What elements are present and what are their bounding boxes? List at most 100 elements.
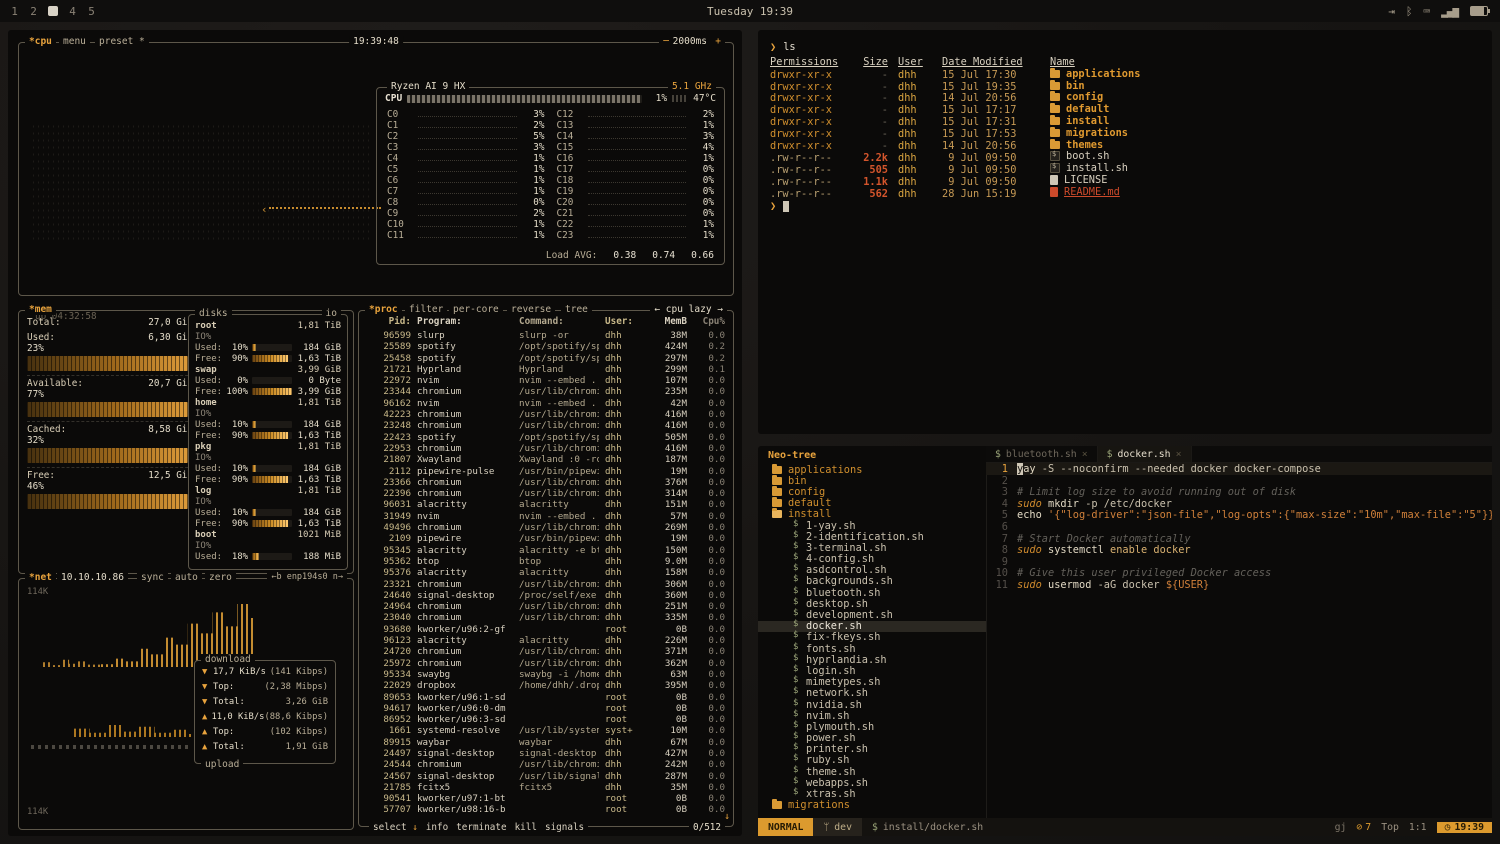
- tab-mem[interactable]: *mem: [25, 304, 56, 315]
- file-name[interactable]: bin: [1050, 80, 1480, 92]
- process-row[interactable]: 42223 chromium /usr/lib/chromium . dhh 4…: [367, 409, 725, 420]
- file-name[interactable]: config: [1050, 91, 1480, 103]
- close-icon[interactable]: ×: [1082, 449, 1088, 460]
- signals-button[interactable]: signals: [545, 822, 584, 833]
- process-row[interactable]: 22423 spotify /opt/spotify/spoti dhh 505…: [367, 432, 725, 443]
- process-row[interactable]: 25458 spotify /opt/spotify/spoti dhh 297…: [367, 353, 725, 364]
- tree-button[interactable]: tree: [561, 304, 592, 315]
- terminate-button[interactable]: terminate: [456, 822, 506, 833]
- process-row[interactable]: 94617 kworker/u96:0-dm root 0B 0.0: [367, 703, 725, 714]
- header-memory[interactable]: MemB: [649, 316, 687, 327]
- tree-item[interactable]: xtras.sh: [758, 788, 986, 799]
- process-row[interactable]: 24964 chromium /usr/lib/chromium/ dhh 25…: [367, 601, 725, 612]
- process-row[interactable]: 22953 chromium /usr/lib/chromium/ dhh 41…: [367, 443, 725, 454]
- header-cpu[interactable]: Cpu%: [693, 316, 725, 327]
- process-row[interactable]: 21721 Hyprland Hyprland dhh 299M 0.1: [367, 364, 725, 375]
- editor-buffer[interactable]: 1 yay -S --noconfirm --needed docker doc…: [986, 463, 1492, 818]
- process-row[interactable]: 89653 kworker/u96:1-sd root 0B 0.0: [367, 692, 725, 703]
- process-row[interactable]: 2112 pipewire-pulse /usr/bin/pipewire- d…: [367, 466, 725, 477]
- process-row[interactable]: 49496 chromium /usr/lib/chromium/ dhh 26…: [367, 522, 725, 533]
- interface-selector[interactable]: ←b enp194s0 n→: [267, 572, 347, 582]
- tab-io[interactable]: io: [322, 308, 341, 319]
- battery-icon[interactable]: [1470, 6, 1488, 16]
- file-name[interactable]: default: [1050, 103, 1480, 115]
- file-name[interactable]: install.sh: [1050, 162, 1480, 174]
- tree-item[interactable]: default: [758, 498, 986, 509]
- tab-cpu[interactable]: *cpu: [25, 36, 56, 47]
- file-name[interactable]: README.md: [1050, 186, 1480, 198]
- process-row[interactable]: 24720 chromium /usr/lib/chromium/ dhh 37…: [367, 646, 725, 657]
- file-name[interactable]: migrations: [1050, 127, 1480, 139]
- select-button[interactable]: select ↓: [373, 822, 418, 833]
- process-row[interactable]: 95345 alacritty alacritty -e btop dhh 15…: [367, 545, 725, 556]
- tab-proc[interactable]: *proc: [365, 304, 402, 315]
- process-row[interactable]: 96162 nvim nvim --embed . dhh 42M 0.0: [367, 398, 725, 409]
- process-row[interactable]: 23366 chromium /usr/lib/chromium/ dhh 37…: [367, 477, 725, 488]
- process-row[interactable]: 25972 chromium /usr/lib/chromium/ dhh 36…: [367, 658, 725, 669]
- reverse-button[interactable]: reverse: [507, 304, 555, 315]
- keyboard-icon[interactable]: ⌨: [1424, 5, 1430, 18]
- zero-button[interactable]: zero: [205, 572, 236, 583]
- process-row[interactable]: 93680 kworker/u96:2-gf root 0B 0.0: [367, 624, 725, 635]
- process-row[interactable]: 96123 alacritty alacritty dhh 226M 0.0: [367, 635, 725, 646]
- process-row[interactable]: 95376 alacritty alacritty dhh 158M 0.0: [367, 567, 725, 578]
- tab-net[interactable]: *net: [25, 572, 56, 583]
- process-row[interactable]: 95362 btop btop dhh 9.0M 0.0: [367, 556, 725, 567]
- menu-button[interactable]: menu: [59, 36, 90, 47]
- header-command[interactable]: Command:: [519, 316, 599, 327]
- shell-input-line[interactable]: ❯: [770, 200, 1480, 213]
- process-row[interactable]: 21785 fcitx5 fcitx5 dhh 35M 0.0: [367, 782, 725, 793]
- file-name[interactable]: applications: [1050, 68, 1480, 80]
- process-row[interactable]: 90541 kworker/u97:1-bt root 0B 0.0: [367, 793, 725, 804]
- kill-button[interactable]: kill: [515, 822, 537, 833]
- process-row[interactable]: 2109 pipewire /usr/bin/pipewire dhh 19M …: [367, 533, 725, 544]
- tree-item[interactable]: bin: [758, 475, 986, 486]
- header-pid[interactable]: Pid:: [367, 316, 411, 327]
- tree-item[interactable]: migrations: [758, 800, 986, 811]
- header-user[interactable]: User:: [605, 316, 643, 327]
- workspace-button[interactable]: 5: [87, 5, 96, 17]
- process-row[interactable]: 95334 swaybg swaybg -i /home/dh dhh 63M …: [367, 669, 725, 680]
- process-row[interactable]: 24567 signal-desktop /usr/lib/signal-de …: [367, 771, 725, 782]
- filter-button[interactable]: filter: [405, 304, 447, 315]
- process-row[interactable]: 24544 chromium /usr/lib/chromium/ dhh 24…: [367, 759, 725, 770]
- process-row[interactable]: 22396 chromium /usr/lib/chromium/ dhh 31…: [367, 488, 725, 499]
- bluetooth-icon[interactable]: ᛒ: [1406, 5, 1412, 18]
- per-core-button[interactable]: per-core: [449, 304, 503, 315]
- process-row[interactable]: 24640 signal-desktop /proc/self/exe --t …: [367, 590, 725, 601]
- process-row[interactable]: 96031 alacritty alacritty dhh 151M 0.0: [367, 499, 725, 510]
- workspace-button[interactable]: 4: [68, 5, 77, 17]
- file-name[interactable]: install: [1050, 115, 1480, 127]
- process-row[interactable]: 89915 waybar waybar dhh 67M 0.0: [367, 737, 725, 748]
- wifi-icon[interactable]: ▂▄▆: [1441, 5, 1458, 18]
- process-row[interactable]: 23344 chromium /usr/lib/chromium/ dhh 23…: [367, 386, 725, 397]
- workspace-button[interactable]: 1: [10, 5, 19, 17]
- scroll-down-icon[interactable]: ↓: [724, 811, 730, 822]
- process-row[interactable]: 21807 Xwayland Xwayland :0 -rootl dhh 18…: [367, 454, 725, 465]
- process-row[interactable]: 22972 nvim nvim --embed . dhh 107M 0.0: [367, 375, 725, 386]
- workspace-button[interactable]: 2: [29, 5, 38, 17]
- file-name[interactable]: boot.sh: [1050, 150, 1480, 162]
- file-name[interactable]: LICENSE: [1050, 174, 1480, 186]
- tab-disks[interactable]: disks: [195, 308, 232, 319]
- process-row[interactable]: 1661 systemd-resolve /usr/lib/systemd/s …: [367, 725, 725, 736]
- sort-selector[interactable]: ← cpu lazy →: [650, 304, 727, 315]
- process-row[interactable]: 23040 chromium /usr/lib/chromium/ dhh 33…: [367, 612, 725, 623]
- process-row[interactable]: 24497 signal-desktop signal-desktop dhh …: [367, 748, 725, 759]
- tree-item[interactable]: config: [758, 486, 986, 497]
- process-row[interactable]: 22029 dropbox /home/dhh/.dropbox dhh 395…: [367, 680, 725, 691]
- process-row[interactable]: 96599 slurp slurp -or dhh 38M 0.0: [367, 330, 725, 341]
- process-row[interactable]: 25589 spotify /opt/spotify/spoti dhh 424…: [367, 341, 725, 352]
- close-icon[interactable]: ×: [1176, 449, 1182, 460]
- buffer-tab[interactable]: $ bluetooth.sh ×: [986, 446, 1098, 462]
- info-button[interactable]: info: [426, 822, 448, 833]
- tree-item[interactable]: applications: [758, 464, 986, 475]
- buffer-tab[interactable]: $ docker.sh ×: [1098, 446, 1192, 462]
- interval-plus-button[interactable]: +: [711, 36, 725, 47]
- process-row[interactable]: 86952 kworker/u96:3-sd root 0B 0.0: [367, 714, 725, 725]
- process-row[interactable]: 31949 nvim nvim --embed . dhh 57M 0.0: [367, 511, 725, 522]
- file-name[interactable]: themes: [1050, 139, 1480, 151]
- process-row[interactable]: 57707 kworker/u98:16-b root 0B 0.0: [367, 804, 725, 815]
- header-program[interactable]: Program:: [417, 316, 513, 327]
- process-row[interactable]: 23248 chromium /usr/lib/chromium . dhh 4…: [367, 420, 725, 431]
